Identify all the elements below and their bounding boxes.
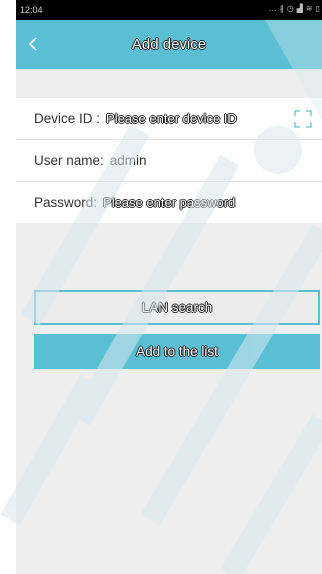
scan-qr-icon (294, 110, 312, 128)
password-field[interactable]: Please enter password (103, 195, 235, 210)
signal-icon: ▟ (296, 4, 303, 13)
status-bar: 12:04 … ∦ ◷ ▟ ≋ ▯ (16, 0, 322, 20)
password-label: Password: (34, 195, 98, 210)
scan-qr-button[interactable] (294, 110, 312, 128)
password-row[interactable]: Password: Please enter password (16, 182, 322, 223)
username-field[interactable]: admin (110, 153, 147, 168)
app-screen: 12:04 … ∦ ◷ ▟ ≋ ▯ Add device Device ID :… (16, 0, 322, 574)
device-form: Device ID : Please enter device ID User … (16, 98, 322, 223)
username-row[interactable]: User name: admin (16, 140, 322, 182)
battery-icon: ▯ (315, 4, 320, 13)
username-label: User name: (34, 153, 104, 168)
navigation-bar: Add device (16, 20, 322, 69)
more-dots-icon: … (268, 4, 277, 13)
bluetooth-icon: ∦ (279, 4, 284, 13)
page-title: Add device (131, 36, 207, 53)
device-id-field[interactable]: Please enter device ID (106, 111, 237, 126)
add-to-list-button[interactable]: Add to the list (34, 334, 320, 369)
status-time: 12:04 (20, 5, 43, 15)
lan-search-button[interactable]: LAN search (34, 290, 320, 325)
alarm-icon: ◷ (286, 4, 294, 13)
wifi-icon: ≋ (305, 4, 313, 13)
device-id-row[interactable]: Device ID : Please enter device ID (16, 98, 322, 140)
status-icons: … ∦ ◷ ▟ ≋ ▯ (269, 4, 320, 13)
device-id-label: Device ID : (34, 111, 101, 126)
